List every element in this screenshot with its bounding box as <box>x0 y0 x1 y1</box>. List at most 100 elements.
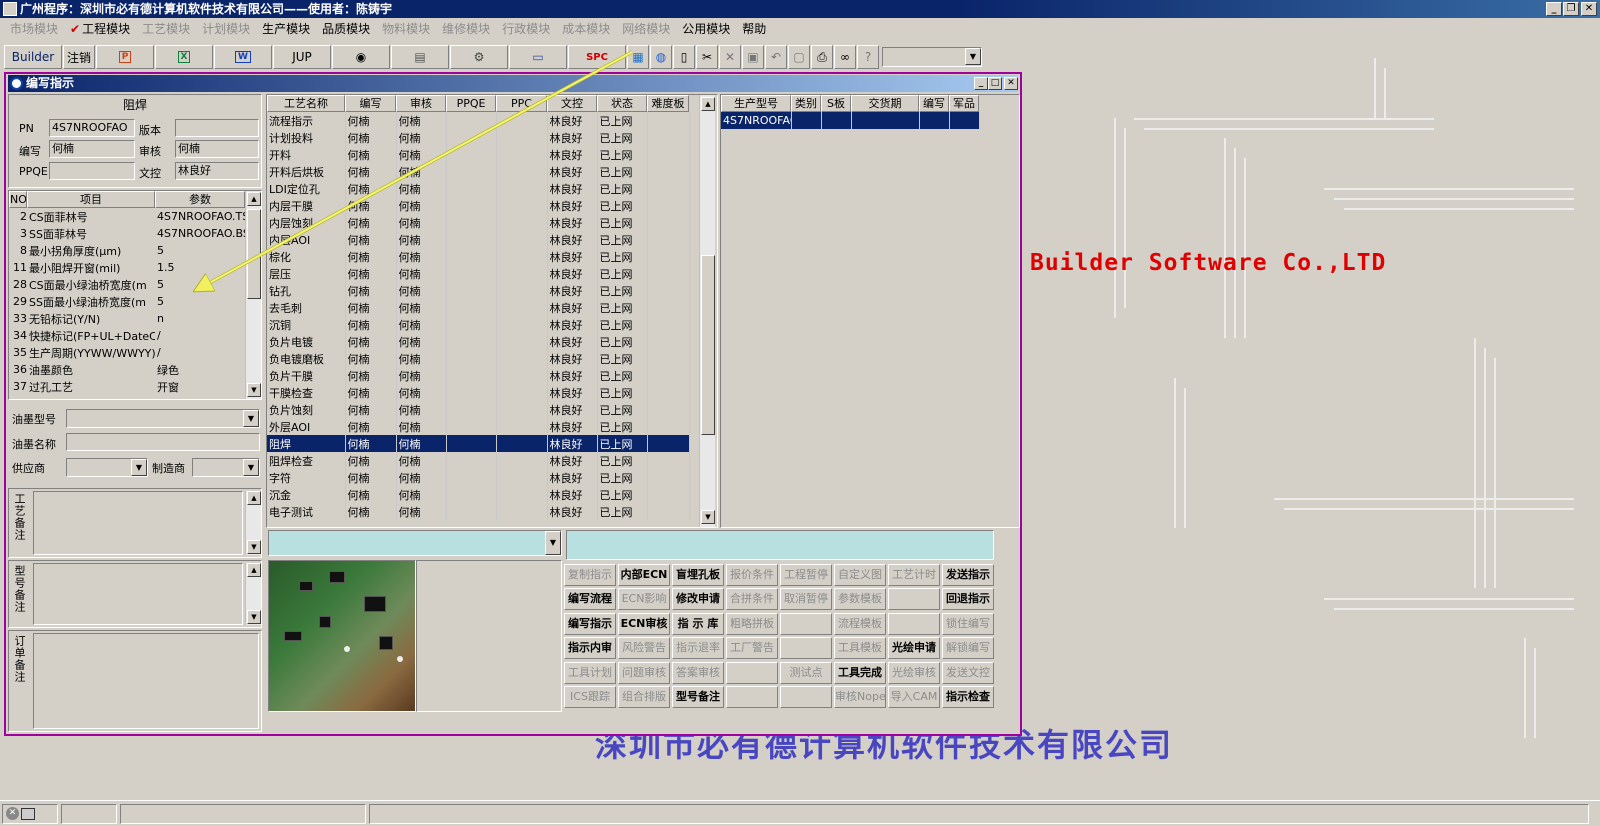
order-note-textarea[interactable] <box>33 633 259 729</box>
process-row[interactable]: 干膜检查 何楠 何楠 林良好 已上网 <box>267 384 690 401</box>
command-button-4-6[interactable]: 光绘审核 <box>888 661 940 684</box>
command-button-3-4[interactable] <box>780 637 832 660</box>
process-select[interactable]: ▼ <box>268 530 562 556</box>
menu-item-6[interactable]: 物料模块 <box>376 20 436 37</box>
command-button-0-3[interactable]: 报价条件 <box>726 564 778 586</box>
command-button-4-2[interactable]: 答案审核 <box>672 661 724 684</box>
process-header-6[interactable]: 状态 <box>597 95 647 112</box>
command-button-2-6[interactable] <box>888 612 940 635</box>
process-row[interactable]: 流程指示 何楠 何楠 林良好 已上网 <box>267 112 690 129</box>
command-button-2-0[interactable]: 编写指示 <box>564 612 616 635</box>
menu-item-0[interactable]: 市场模块 <box>4 20 64 37</box>
eye-button[interactable]: ◉ <box>332 45 390 69</box>
process-row[interactable]: 沉金 何楠 何楠 林良好 已上网 <box>267 486 690 503</box>
command-button-2-1[interactable]: ECN审核 <box>618 612 670 635</box>
param-row[interactable]: 3 SS面菲林号 4S7NROOFAO.BS <box>9 225 245 242</box>
process-row[interactable]: 开料 何楠 何楠 林良好 已上网 <box>267 146 690 163</box>
delete-button[interactable]: ✕ <box>719 45 741 69</box>
model-header-5[interactable]: 军品 <box>949 95 979 112</box>
process-header-7[interactable]: 难度板 <box>647 95 689 112</box>
param-row[interactable]: 11 最小阻焊开窗(mil) 1.5 <box>9 259 245 276</box>
param-scrollbar[interactable]: ▲ ▼ <box>245 191 261 399</box>
param-row[interactable]: 34 快捷标记(FP+UL+DateCo / <box>9 327 245 344</box>
process-header-5[interactable]: 文控 <box>547 95 597 112</box>
supplier-select[interactable]: ▼ <box>66 458 148 477</box>
scroll-up-icon[interactable]: ▲ <box>247 563 261 577</box>
process-row[interactable]: 字符 何楠 何楠 林良好 已上网 <box>267 469 690 486</box>
scroll-up-icon[interactable]: ▲ <box>247 491 261 505</box>
scroll-down-icon[interactable]: ▼ <box>247 383 261 397</box>
scroll-down-icon[interactable]: ▼ <box>701 510 715 524</box>
command-button-0-6[interactable]: 工艺计时 <box>888 564 940 586</box>
ppqe-field[interactable] <box>49 162 135 180</box>
command-button-1-5[interactable]: 参数模板 <box>834 588 886 611</box>
save-button[interactable]: ▣ <box>742 45 764 69</box>
command-button-0-0[interactable]: 复制指示 <box>564 564 616 586</box>
command-button-2-7[interactable]: 锁住编写 <box>942 612 994 635</box>
command-button-4-5[interactable]: 工具完成 <box>834 661 886 684</box>
process-row[interactable]: 内层干膜 何楠 何楠 林良好 已上网 <box>267 197 690 214</box>
cut-button[interactable]: ✂ <box>696 45 718 69</box>
calendar-button[interactable]: ▦ <box>627 45 649 69</box>
process-row[interactable]: 阻焊检查 何楠 何楠 林良好 已上网 <box>267 452 690 469</box>
menu-item-12[interactable]: 帮助 <box>736 20 772 37</box>
command-button-1-3[interactable]: 合拼条件 <box>726 588 778 611</box>
process-row[interactable]: 负片蚀刻 何楠 何楠 林良好 已上网 <box>267 401 690 418</box>
command-button-4-4[interactable]: 测试点 <box>780 661 832 684</box>
child-restore-button[interactable]: □ <box>988 77 1002 90</box>
process-row[interactable]: 电子测试 何楠 何楠 林良好 已上网 <box>267 503 690 520</box>
command-button-5-7[interactable]: 指示检查 <box>942 686 994 708</box>
child-close-button[interactable]: ✕ <box>1004 77 1018 90</box>
maker-select[interactable]: ▼ <box>192 458 260 477</box>
command-button-5-4[interactable] <box>780 686 832 708</box>
scroll-up-icon[interactable]: ▲ <box>701 97 715 111</box>
command-button-1-4[interactable]: 取消暂停 <box>780 588 832 611</box>
param-row[interactable]: 33 无铅标记(Y/N) n <box>9 310 245 327</box>
restore-button[interactable]: ❐ <box>1563 2 1579 16</box>
command-button-5-3[interactable] <box>726 686 778 708</box>
process-row[interactable]: LDI定位孔 何楠 何楠 林良好 已上网 <box>267 180 690 197</box>
command-button-3-5[interactable]: 工具模板 <box>834 637 886 660</box>
menu-item-5[interactable]: 品质模块 <box>316 20 376 37</box>
command-button-0-2[interactable]: 盲埋孔板 <box>672 564 724 586</box>
word-button[interactable]: W <box>214 45 272 69</box>
command-button-0-1[interactable]: 内部ECN <box>618 564 670 586</box>
command-button-3-6[interactable]: 光绘申请 <box>888 637 940 660</box>
command-button-1-2[interactable]: 修改申请 <box>672 588 724 611</box>
model-note-scrollbar[interactable]: ▲ ▼ <box>245 563 261 625</box>
model-note-textarea[interactable] <box>33 563 243 625</box>
param-row[interactable]: 36 油墨颜色 绿色 <box>9 361 245 378</box>
process-row[interactable]: 内层蚀刻 何楠 何楠 林良好 已上网 <box>267 214 690 231</box>
scroll-thumb[interactable] <box>701 255 715 435</box>
process-row[interactable]: 棕化 何楠 何楠 林良好 已上网 <box>267 248 690 265</box>
process-row[interactable]: 阻焊 何楠 何楠 林良好 已上网 <box>267 435 690 452</box>
spc-button[interactable]: SPC <box>568 45 626 69</box>
command-button-0-5[interactable]: 自定义图 <box>834 564 886 586</box>
command-button-1-7[interactable]: 回退指示 <box>942 588 994 611</box>
command-button-0-7[interactable]: 发送指示 <box>942 564 994 586</box>
command-button-2-2[interactable]: 指 示 库 <box>672 612 724 635</box>
minimize-button[interactable]: _ <box>1546 2 1562 16</box>
model-row[interactable]: 4S7NROOFAO <box>721 112 980 129</box>
param-row[interactable]: 37 过孔工艺 开窗 <box>9 378 245 395</box>
globe-button[interactable]: ◍ <box>650 45 672 69</box>
model-header-0[interactable]: 生产型号 <box>721 95 791 112</box>
print-button[interactable]: ⎙ <box>811 45 833 69</box>
command-button-5-2[interactable]: 型号备注 <box>672 686 724 708</box>
command-button-3-7[interactable]: 解锁编写 <box>942 637 994 660</box>
command-button-1-1[interactable]: ECN影响 <box>618 588 670 611</box>
menu-item-9[interactable]: 成本模块 <box>556 20 616 37</box>
process-row[interactable]: 开料后烘板 何楠 何楠 林良好 已上网 <box>267 163 690 180</box>
command-button-4-7[interactable]: 发送文控 <box>942 661 994 684</box>
command-button-5-1[interactable]: 组合排版 <box>618 686 670 708</box>
process-grid-scrollbar[interactable]: ▲ ▼ <box>699 95 715 527</box>
model-header-3[interactable]: 交货期 <box>851 95 919 112</box>
process-row[interactable]: 沉铜 何楠 何楠 林良好 已上网 <box>267 316 690 333</box>
tools-button[interactable]: ⚙ <box>450 45 508 69</box>
process-header-3[interactable]: PPQE <box>446 95 496 112</box>
command-button-2-5[interactable]: 流程模板 <box>834 612 886 635</box>
pn-field[interactable]: 4S7NROOFAO <box>49 119 135 137</box>
menu-item-11[interactable]: 公用模块 <box>676 20 736 37</box>
process-header-2[interactable]: 审核 <box>396 95 446 112</box>
command-button-5-6[interactable]: 导入CAM <box>888 686 940 708</box>
